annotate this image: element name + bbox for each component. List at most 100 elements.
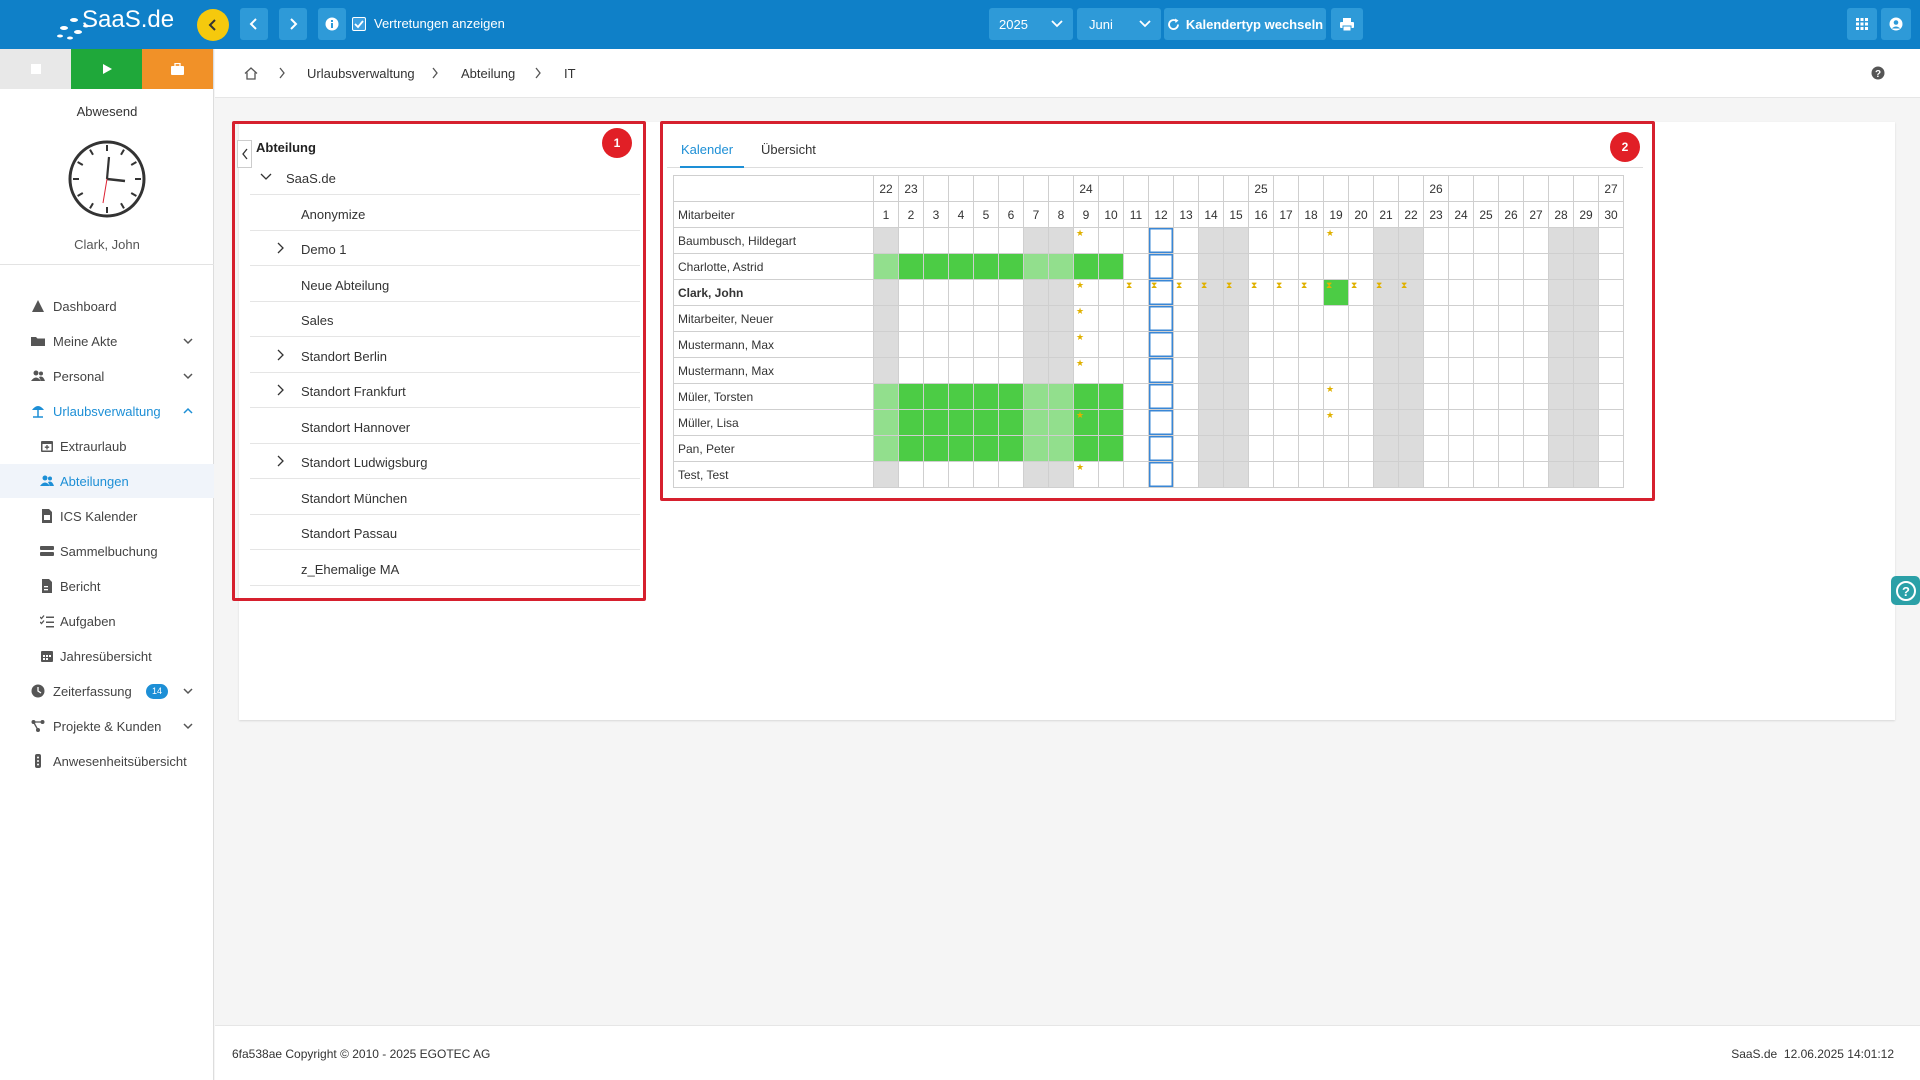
day-cell[interactable] [873, 383, 899, 410]
day-cell[interactable] [1523, 305, 1549, 332]
day-cell[interactable] [1048, 435, 1074, 462]
day-cell[interactable] [1598, 461, 1624, 488]
day-cell[interactable] [1073, 383, 1099, 410]
day-cell[interactable] [1148, 409, 1174, 436]
sidebar-item-urlaubsverwaltung[interactable]: Urlaubsverwaltung [0, 394, 214, 428]
day-cell[interactable] [948, 279, 974, 306]
employee-name[interactable]: Müller, Lisa [673, 409, 874, 436]
day-cell[interactable] [923, 383, 949, 410]
day-cell[interactable]: ★ [1323, 409, 1349, 436]
day-cell[interactable] [1223, 435, 1249, 462]
day-cell[interactable] [1423, 383, 1449, 410]
sidebar-item-ics-kalender[interactable]: ICS Kalender [0, 499, 214, 533]
day-cell[interactable] [1098, 305, 1124, 332]
day-cell[interactable] [1473, 227, 1499, 254]
day-cell[interactable] [998, 279, 1024, 306]
day-cell[interactable] [1548, 461, 1574, 488]
day-cell[interactable]: ⧗ [1298, 279, 1324, 306]
day-cell[interactable] [1023, 279, 1049, 306]
day-cell[interactable] [948, 357, 974, 384]
chevron-right-icon[interactable] [275, 384, 287, 396]
collapse-sidebar-button[interactable] [197, 9, 229, 41]
day-cell[interactable] [1573, 409, 1599, 436]
day-cell[interactable]: ★ [1323, 227, 1349, 254]
business-trip-button[interactable] [142, 49, 213, 89]
day-cell[interactable]: ★ [1073, 357, 1099, 384]
day-cell[interactable] [1598, 383, 1624, 410]
tree-item[interactable]: z_Ehemalige MA [250, 551, 640, 586]
day-cell[interactable] [923, 253, 949, 280]
day-cell[interactable] [1548, 383, 1574, 410]
day-cell[interactable] [1048, 279, 1074, 306]
day-cell[interactable] [1173, 435, 1199, 462]
day-cell[interactable] [1473, 461, 1499, 488]
day-cell[interactable] [923, 279, 949, 306]
day-cell[interactable] [1123, 227, 1149, 254]
day-cell[interactable] [1223, 331, 1249, 358]
employee-name[interactable]: Mustermann, Max [673, 331, 874, 358]
day-cell[interactable]: ⧗ [1123, 279, 1149, 306]
day-cell[interactable]: ⧗ [1323, 279, 1349, 306]
chevron-right-icon[interactable] [275, 349, 287, 361]
day-cell[interactable] [1048, 409, 1074, 436]
day-cell[interactable] [973, 409, 999, 436]
day-cell[interactable] [1248, 227, 1274, 254]
day-cell[interactable] [1348, 305, 1374, 332]
day-cell[interactable] [1298, 461, 1324, 488]
day-cell[interactable] [1398, 383, 1424, 410]
day-cell[interactable] [1398, 409, 1424, 436]
day-cell[interactable] [1498, 253, 1524, 280]
day-cell[interactable] [1273, 227, 1299, 254]
next-button[interactable] [279, 8, 307, 40]
day-cell[interactable] [1123, 331, 1149, 358]
day-cell[interactable] [1523, 227, 1549, 254]
day-cell[interactable]: ★ [1073, 409, 1099, 436]
sidebar-item-meine-akte[interactable]: Meine Akte [0, 324, 214, 358]
day-cell[interactable] [1248, 435, 1274, 462]
day-cell[interactable] [1148, 357, 1174, 384]
breadcrumb-item[interactable]: Abteilung [461, 66, 515, 81]
day-cell[interactable] [1298, 383, 1324, 410]
day-cell[interactable] [1248, 409, 1274, 436]
day-cell[interactable] [873, 305, 899, 332]
day-cell[interactable] [1498, 461, 1524, 488]
day-cell[interactable] [1098, 383, 1124, 410]
day-cell[interactable]: ★ [1323, 383, 1349, 410]
day-cell[interactable] [923, 435, 949, 462]
day-cell[interactable] [1373, 357, 1399, 384]
day-cell[interactable] [1173, 331, 1199, 358]
day-cell[interactable] [1523, 279, 1549, 306]
employee-name[interactable]: Müler, Torsten [673, 383, 874, 410]
day-cell[interactable] [1048, 305, 1074, 332]
day-cell[interactable] [1273, 331, 1299, 358]
breadcrumb-item[interactable]: Urlaubsverwaltung [307, 66, 415, 81]
day-cell[interactable] [998, 461, 1024, 488]
day-cell[interactable] [1573, 227, 1599, 254]
day-cell[interactable] [1173, 461, 1199, 488]
day-cell[interactable] [1098, 357, 1124, 384]
sidebar-item-abteilungen[interactable]: Abteilungen [0, 464, 214, 498]
day-cell[interactable] [1023, 227, 1049, 254]
day-cell[interactable] [1398, 331, 1424, 358]
day-cell[interactable] [998, 435, 1024, 462]
day-cell[interactable] [1048, 461, 1074, 488]
day-cell[interactable] [1098, 461, 1124, 488]
tab-kalender[interactable]: Kalender [681, 142, 733, 157]
day-cell[interactable] [1573, 279, 1599, 306]
tab-uebersicht[interactable]: Übersicht [761, 142, 816, 157]
day-cell[interactable] [973, 461, 999, 488]
day-cell[interactable] [1148, 305, 1174, 332]
day-cell[interactable] [1298, 305, 1324, 332]
day-cell[interactable] [1398, 435, 1424, 462]
day-cell[interactable] [1123, 253, 1149, 280]
apps-button[interactable] [1847, 8, 1877, 40]
day-cell[interactable]: ⧗ [1198, 279, 1224, 306]
day-cell[interactable]: ★ [1073, 331, 1099, 358]
day-cell[interactable] [1048, 357, 1074, 384]
day-cell[interactable] [1348, 253, 1374, 280]
day-cell[interactable] [1548, 435, 1574, 462]
day-cell[interactable] [1323, 253, 1349, 280]
day-cell[interactable] [923, 409, 949, 436]
employee-name[interactable]: Test, Test [673, 461, 874, 488]
sidebar-item-sammelbuchung[interactable]: Sammelbuchung [0, 534, 214, 568]
